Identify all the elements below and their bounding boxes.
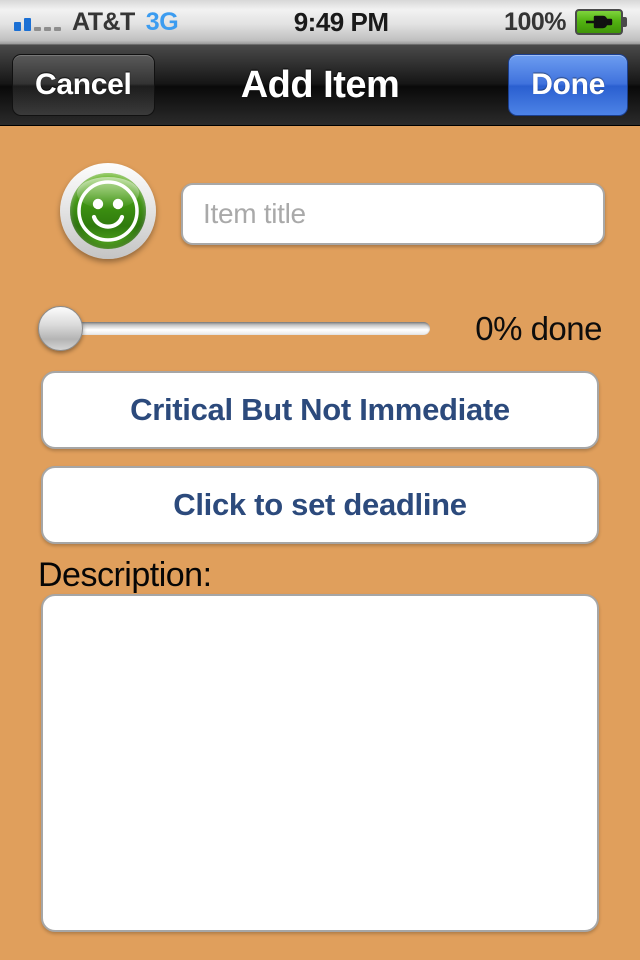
battery-charging-icon: [575, 9, 627, 35]
carrier-label: AT&T: [72, 7, 135, 36]
priority-button[interactable]: Critical But Not Immediate: [41, 371, 599, 449]
status-bar-left: AT&T 3G: [0, 7, 179, 37]
smiley-face-features: [77, 180, 139, 242]
progress-slider-track[interactable]: [42, 322, 430, 335]
description-label: Description:: [38, 556, 212, 594]
status-bar-right: 100%: [504, 8, 640, 37]
progress-label: 0% done: [475, 310, 602, 347]
progress-slider-row: 0% done: [0, 296, 640, 358]
add-item-form: Item title 0% done Critical But Not Imme…: [0, 126, 640, 960]
progress-slider-thumb[interactable]: [38, 306, 83, 351]
signal-bars-icon: [14, 13, 61, 31]
item-title-placeholder: Item title: [203, 198, 306, 229]
smiley-face-glyph: [70, 173, 146, 249]
description-textarea[interactable]: [41, 594, 599, 932]
item-title-input[interactable]: Item title: [181, 183, 605, 245]
cancel-button[interactable]: Cancel: [12, 54, 155, 116]
deadline-button[interactable]: Click to set deadline: [41, 466, 599, 544]
battery-percent-label: 100%: [504, 7, 566, 36]
smiley-face-icon[interactable]: [60, 163, 156, 259]
status-bar: AT&T 3G 9:49 PM 100%: [0, 0, 640, 45]
status-bar-center: 9:49 PM: [178, 7, 504, 38]
done-button[interactable]: Done: [508, 54, 628, 116]
plug-glyph: [586, 15, 613, 29]
network-type-label: 3G: [145, 7, 179, 36]
clock-label: 9:49 PM: [293, 6, 389, 37]
navigation-bar: Cancel Add Item Done: [0, 45, 640, 126]
